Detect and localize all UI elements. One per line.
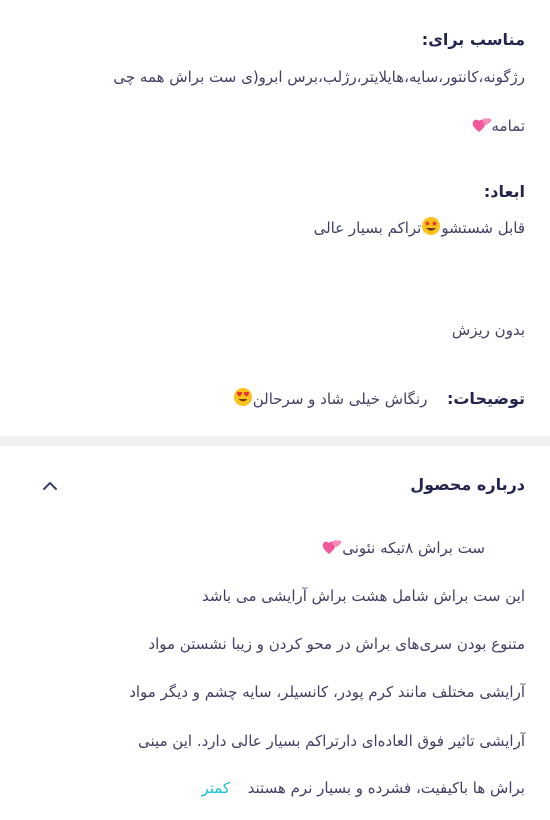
- two-hearts-icon: [322, 538, 342, 561]
- about-line-1: این ست براش شامل هشت براش آرایشی می باشد: [202, 587, 525, 605]
- show-less-link[interactable]: کمتر: [201, 779, 230, 797]
- about-line-4: آرایشی تاثیر فوق العاده‌ای دارتراکم بسیا…: [137, 732, 525, 750]
- two-hearts-icon: [472, 116, 492, 139]
- about-line-3: آرایشی مختلف مانند کرم پودر، کانسیلر، سا…: [129, 683, 525, 701]
- star-struck-icon: [421, 216, 441, 241]
- suitable-for-line-2-text: تمامه: [491, 117, 526, 135]
- about-line-5: براش ها باکیفیت، فشرده و بسیار نرم هستند…: [20, 778, 525, 798]
- features-line-1b: تراکم بسیار عالی: [313, 219, 422, 237]
- features-line-2: بدون ریزش: [451, 321, 525, 339]
- about-line-0-text: ست براش ۸تیکه نئونی: [342, 539, 485, 557]
- about-product-title: درباره محصول: [410, 475, 525, 494]
- about-line-5-text: براش ها باکیفیت، فشرده و بسیار نرم هستند: [247, 779, 525, 797]
- suitable-for-label: مناسب برای:: [421, 30, 525, 49]
- description-label: توضیحات:: [446, 389, 525, 408]
- description-row: توضیحات: رنگاش خیلی شاد و سرحالن: [20, 387, 525, 412]
- suitable-for-line-2: تمامه: [20, 116, 525, 139]
- suitable-for-line-1: رژگونه،کانتور،سایه،هایلایتر،رژلب،برس ابر…: [113, 68, 525, 86]
- section-divider: [0, 436, 550, 446]
- about-line-0: ست براش ۸تیکه نئونی: [20, 538, 485, 561]
- features-label: ابعاد:: [483, 182, 525, 201]
- about-line-2: متنوع بودن سری‌های براش در محو کردن و زی…: [148, 635, 525, 653]
- features-line-1a: قابل شستشو: [441, 219, 525, 237]
- description-value: رنگاش خیلی شاد و سرحالن: [252, 390, 428, 408]
- heart-eyes-icon: [233, 387, 253, 412]
- features-line-1: قابل شستشو تراکم بسیار عالی: [20, 216, 525, 241]
- chevron-up-icon[interactable]: [40, 476, 60, 496]
